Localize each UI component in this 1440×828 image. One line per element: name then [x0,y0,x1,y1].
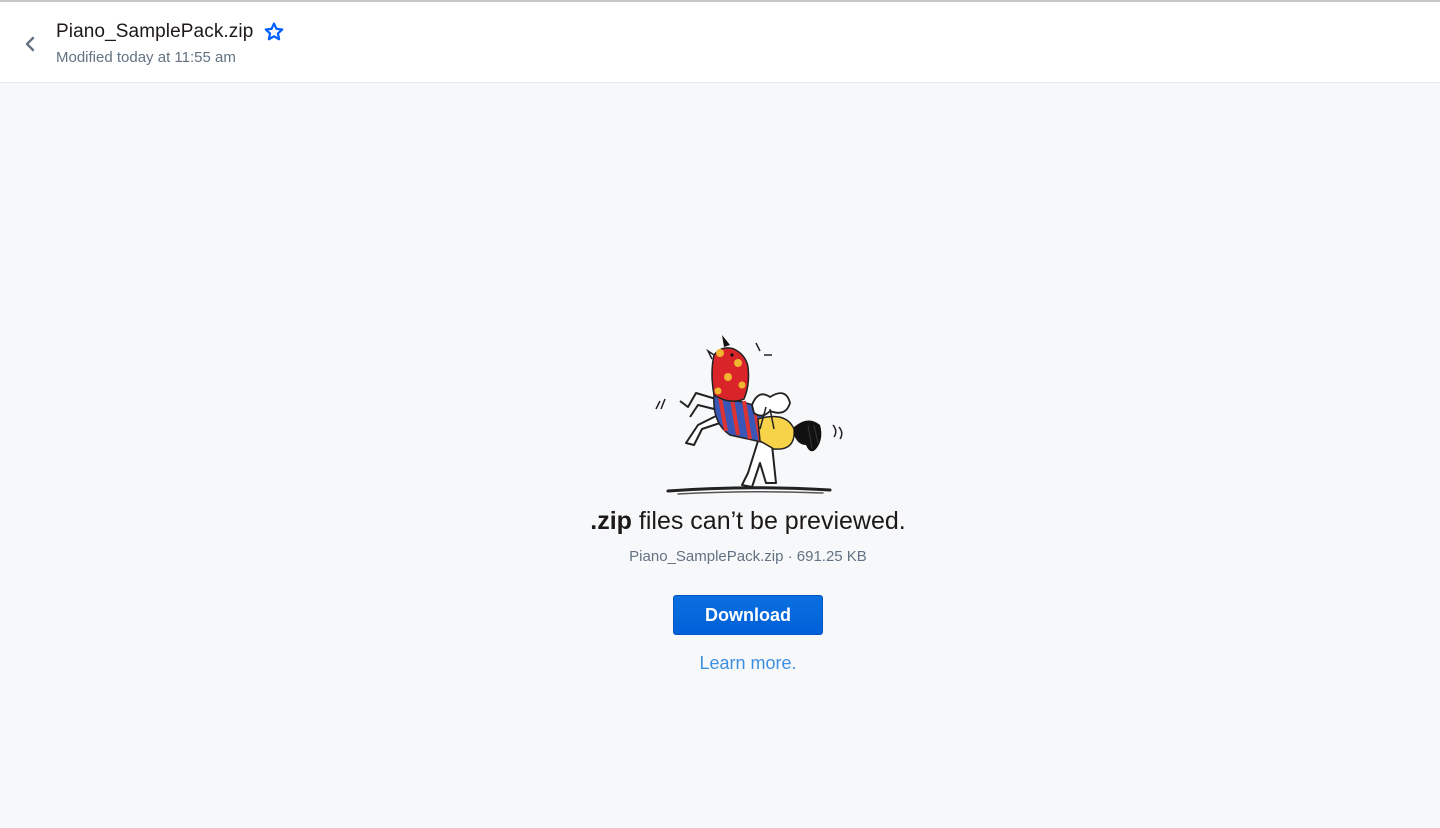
star-outline-icon [265,22,284,41]
file-extension: .zip [590,507,632,535]
download-button[interactable]: Download [673,595,823,635]
preview-area: .zip files can’t be previewed. Piano_Sam… [0,83,1440,828]
learn-more-link[interactable]: Learn more. [0,653,1440,674]
cannot-preview-text: files can’t be previewed. [631,507,906,535]
file-title: Piano_SamplePack.zip [56,21,254,42]
file-header: Piano_SamplePack.zip Modified today at 1… [0,4,1440,83]
star-button[interactable] [263,21,285,43]
unicorn-pinata-illustration [655,335,843,495]
cannot-preview-message: .zip files can’t be previewed. [0,507,1440,536]
modified-timestamp: Modified today at 11:55 am [56,49,236,66]
chevron-left-icon [25,36,35,52]
title-row: Piano_SamplePack.zip [56,21,285,43]
back-button[interactable] [14,28,46,60]
file-info: Piano_SamplePack.zip · 691.25 KB [629,548,867,565]
